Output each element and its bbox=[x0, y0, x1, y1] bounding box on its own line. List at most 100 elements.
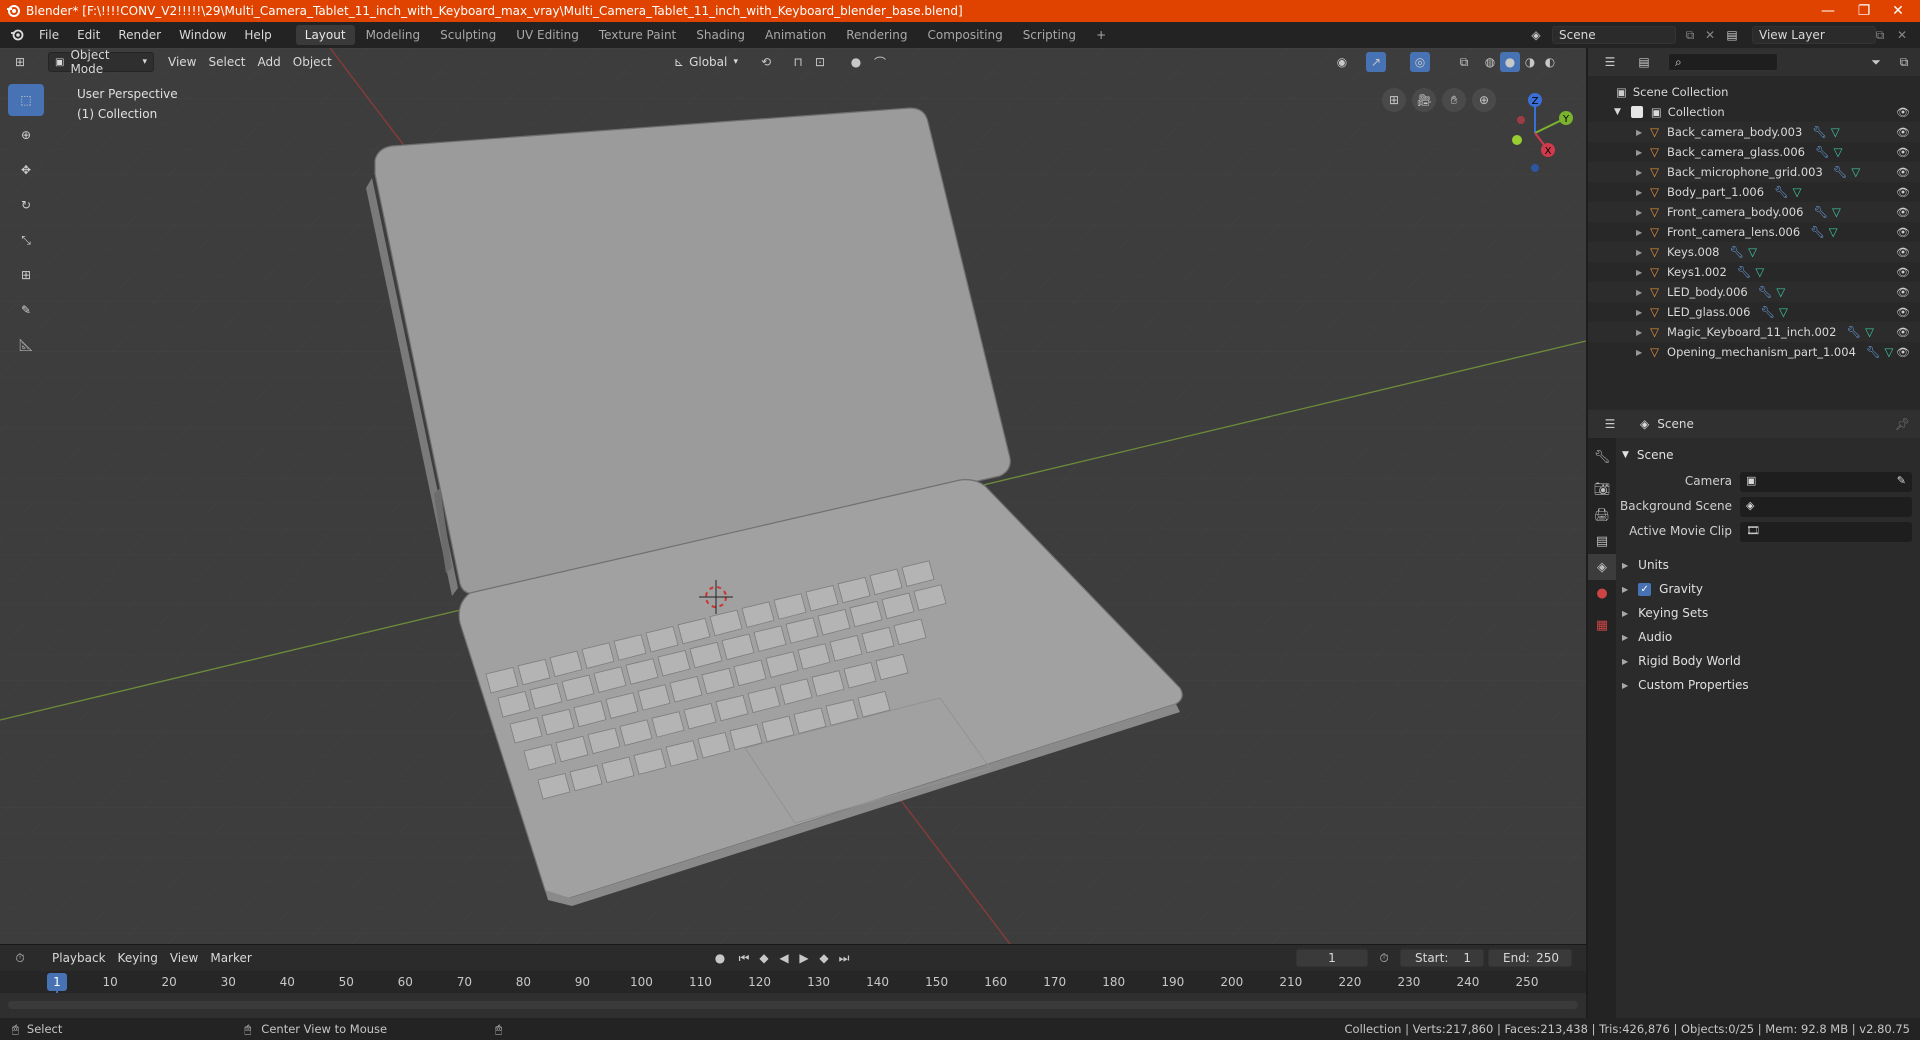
tab-layout[interactable]: Layout bbox=[295, 25, 355, 45]
modifier-wrench-icon[interactable]: 🔧︎ bbox=[1813, 205, 1828, 219]
tab-uv-editing[interactable]: UV Editing bbox=[507, 25, 588, 45]
modifier-wrench-icon[interactable]: 🔧︎ bbox=[1810, 225, 1825, 239]
pivot-point-icon[interactable]: ⟲ bbox=[756, 52, 776, 72]
outliner-object-row[interactable]: ▶ ▽ LED_glass.006 🔧︎ ▽ 👁︎ bbox=[1588, 302, 1920, 322]
mesh-data-icon[interactable]: ▽ bbox=[1776, 285, 1785, 299]
outliner-object-row[interactable]: ▶ ▽ LED_body.006 🔧︎ ▽ 👁︎ bbox=[1588, 282, 1920, 302]
tab-compositing[interactable]: Compositing bbox=[918, 25, 1011, 45]
texture-tab[interactable]: ▦ bbox=[1588, 612, 1616, 638]
eyedropper-icon[interactable]: ✎ bbox=[1897, 474, 1906, 487]
gravity-section[interactable]: ▶ ✓ Gravity bbox=[1622, 582, 1703, 596]
eye-icon[interactable]: 👁︎ bbox=[1896, 106, 1910, 119]
mesh-data-icon[interactable]: ▽ bbox=[1851, 165, 1860, 179]
gravity-checkbox[interactable]: ✓ bbox=[1638, 582, 1652, 596]
eye-icon[interactable]: 👁︎ bbox=[1896, 306, 1910, 319]
select-box-tool[interactable]: ⬚ bbox=[8, 84, 44, 116]
eye-icon[interactable]: 👁︎ bbox=[1896, 206, 1910, 219]
outliner-object-row[interactable]: ▶ ▽ Keys.008 🔧︎ ▽ 👁︎ bbox=[1588, 242, 1920, 262]
outliner-object-row[interactable]: ▶ ▽ Opening_mechanism_part_1.004 🔧︎ ▽ 👁︎ bbox=[1588, 342, 1920, 362]
background-scene-field[interactable]: ◈ bbox=[1740, 497, 1912, 517]
measure-tool[interactable]: 📐︎ bbox=[8, 329, 44, 361]
tab-scripting[interactable]: Scripting bbox=[1014, 25, 1085, 45]
outliner-object-row[interactable]: ▶ ▽ Back_microphone_grid.003 🔧︎ ▽ 👁︎ bbox=[1588, 162, 1920, 182]
custom-properties-section[interactable]: ▶ Custom Properties bbox=[1622, 678, 1749, 692]
tab-sculpting[interactable]: Sculpting bbox=[431, 25, 505, 45]
prev-keyframe-icon[interactable]: ◆ bbox=[754, 948, 774, 968]
rigid-body-world-section[interactable]: ▶ Rigid Body World bbox=[1622, 654, 1741, 668]
outliner-search-input[interactable]: ⌕ bbox=[1668, 53, 1778, 71]
scene-name-field[interactable]: Scene bbox=[1552, 26, 1676, 44]
snap-icon[interactable]: ⊓ bbox=[788, 52, 808, 72]
tab-modeling[interactable]: Modeling bbox=[357, 25, 430, 45]
modifier-wrench-icon[interactable]: 🔧︎ bbox=[1815, 145, 1830, 159]
units-section[interactable]: ▶ Units bbox=[1622, 558, 1669, 572]
keying-sets-section[interactable]: ▶ Keying Sets bbox=[1622, 606, 1708, 620]
new-collection-icon[interactable]: ⧉ bbox=[1894, 52, 1914, 72]
transform-orientation-dropdown[interactable]: ⊾ Global ▾ bbox=[668, 52, 744, 72]
annotate-tool[interactable]: ✎ bbox=[8, 294, 44, 326]
rendered-shading-icon[interactable]: ◐ bbox=[1540, 52, 1560, 72]
menu-render[interactable]: Render bbox=[109, 22, 170, 48]
new-view-layer-icon[interactable]: ⧉ bbox=[1870, 25, 1890, 45]
timeline-body[interactable] bbox=[0, 993, 1586, 1019]
outliner-object-row[interactable]: ▶ ▽ Body_part_1.006 🔧︎ ▽ 👁︎ bbox=[1588, 182, 1920, 202]
navigation-gizmo[interactable]: Z Y X bbox=[1490, 88, 1580, 178]
outliner-object-row[interactable]: ▶ ▽ Front_camera_body.006 🔧︎ ▽ 👁︎ bbox=[1588, 202, 1920, 222]
timeline-menu-view[interactable]: View bbox=[164, 948, 204, 968]
tab-animation[interactable]: Animation bbox=[756, 25, 835, 45]
transform-tool[interactable]: ⊞ bbox=[8, 259, 44, 291]
eye-icon[interactable]: 👁︎ bbox=[1896, 266, 1910, 279]
modifier-wrench-icon[interactable]: 🔧︎ bbox=[1760, 305, 1775, 319]
3d-viewport[interactable]: ⊞ ▣ Object Mode ▾ View Select Add Object… bbox=[0, 48, 1586, 944]
outliner-collection[interactable]: ▼ ▣ Collection 👁︎ bbox=[1588, 102, 1920, 122]
world-tab[interactable]: ● bbox=[1588, 580, 1616, 606]
mesh-data-icon[interactable]: ▽ bbox=[1834, 145, 1843, 159]
modifier-wrench-icon[interactable]: 🔧︎ bbox=[1729, 245, 1744, 259]
eye-icon[interactable]: 👁︎ bbox=[1896, 186, 1910, 199]
eye-icon[interactable]: 👁︎ bbox=[1896, 246, 1910, 259]
outliner-object-row[interactable]: ▶ ▽ Back_camera_body.003 🔧︎ ▽ 👁︎ bbox=[1588, 122, 1920, 142]
scene-tab[interactable]: ◈ bbox=[1588, 554, 1616, 580]
display-mode-icon[interactable]: ▤ bbox=[1634, 52, 1654, 72]
camera-field[interactable]: ▣ ✎ bbox=[1740, 472, 1912, 492]
snap-target-icon[interactable]: ⊡ bbox=[810, 52, 830, 72]
camera-view-icon[interactable]: 🎥︎ bbox=[1412, 88, 1436, 112]
properties-editor-icon[interactable]: ☰ bbox=[1600, 414, 1620, 434]
menu-help[interactable]: Help bbox=[235, 22, 280, 48]
view-layer-field[interactable]: View Layer bbox=[1752, 26, 1876, 44]
next-keyframe-icon[interactable]: ◆ bbox=[814, 948, 834, 968]
editor-type-icon[interactable]: ⊞ bbox=[10, 52, 30, 72]
play-reverse-icon[interactable]: ◀ bbox=[774, 948, 794, 968]
viewport-menu-view[interactable]: View bbox=[162, 52, 202, 72]
end-frame-field[interactable]: End: 250 bbox=[1488, 949, 1572, 967]
timeline-menu-playback[interactable]: Playback bbox=[46, 948, 112, 968]
audio-section[interactable]: ▶ Audio bbox=[1622, 630, 1672, 644]
close-button[interactable]: ✕ bbox=[1876, 0, 1920, 22]
outliner-object-row[interactable]: ▶ ▽ Back_camera_glass.006 🔧︎ ▽ 👁︎ bbox=[1588, 142, 1920, 162]
stopwatch-icon[interactable]: ⏱ bbox=[1374, 948, 1394, 968]
mesh-data-icon[interactable]: ▽ bbox=[1755, 265, 1764, 279]
scale-tool[interactable]: ⤡ bbox=[8, 224, 44, 256]
menu-edit[interactable]: Edit bbox=[68, 22, 109, 48]
proportional-edit-icon[interactable]: ● bbox=[846, 52, 866, 72]
record-icon[interactable]: ● bbox=[710, 948, 730, 968]
pan-hand-icon[interactable]: ✋︎ bbox=[1442, 88, 1466, 112]
eye-icon[interactable]: 👁︎ bbox=[1896, 146, 1910, 159]
outliner-scene-collection[interactable]: ▣ Scene Collection bbox=[1588, 82, 1920, 102]
active-movie-clip-field[interactable]: 🎞︎ bbox=[1740, 522, 1912, 542]
timeline-menu-marker[interactable]: Marker bbox=[204, 948, 257, 968]
timeline-scrollbar[interactable] bbox=[8, 1001, 1578, 1009]
modifier-wrench-icon[interactable]: 🔧︎ bbox=[1737, 265, 1752, 279]
new-scene-icon[interactable]: ⧉ bbox=[1680, 25, 1700, 45]
tool-tab[interactable]: 🔧︎ bbox=[1588, 444, 1616, 470]
timeline-ruler[interactable]: 1 10 20 30 40 50 60 70 80 90 100 110 120 130 140 150 160… bbox=[0, 971, 1586, 1021]
xray-icon[interactable]: ⧉ bbox=[1454, 52, 1474, 72]
remove-view-layer-icon[interactable]: ✕ bbox=[1892, 25, 1912, 45]
pin-icon[interactable]: 📌︎ bbox=[1895, 417, 1910, 431]
rotate-tool[interactable]: ↻ bbox=[8, 189, 44, 221]
current-frame-field[interactable]: 1 bbox=[1296, 949, 1368, 967]
mesh-data-icon[interactable]: ▽ bbox=[1831, 125, 1840, 139]
mesh-data-icon[interactable]: ▽ bbox=[1865, 325, 1874, 339]
tab-rendering[interactable]: Rendering bbox=[837, 25, 916, 45]
mesh-data-icon[interactable]: ▽ bbox=[1793, 185, 1802, 199]
